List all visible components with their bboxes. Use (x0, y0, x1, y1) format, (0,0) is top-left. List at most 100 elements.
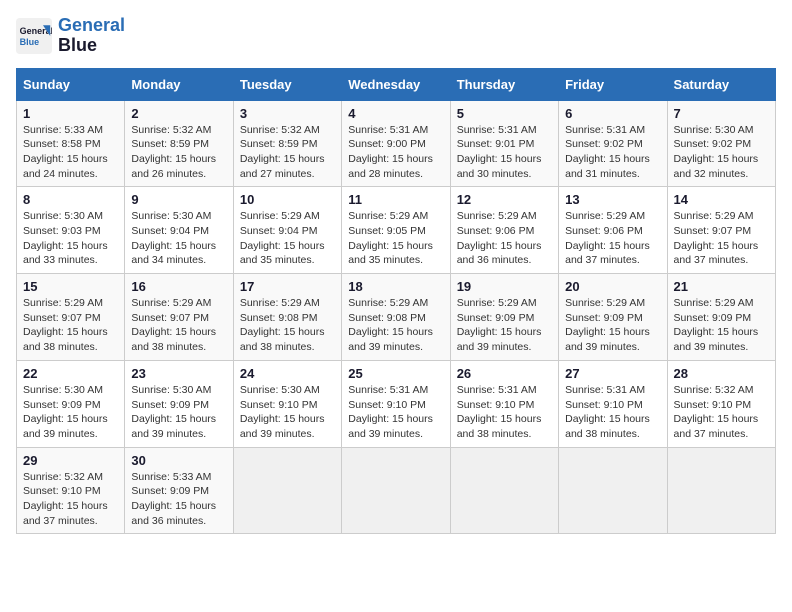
day-info: Sunrise: 5:29 AMSunset: 9:09 PMDaylight:… (457, 296, 552, 355)
calendar-cell (667, 447, 775, 534)
day-number: 17 (240, 279, 335, 294)
day-info: Sunrise: 5:29 AMSunset: 9:04 PMDaylight:… (240, 209, 335, 268)
day-info: Sunrise: 5:31 AMSunset: 9:00 PMDaylight:… (348, 123, 443, 182)
day-number: 3 (240, 106, 335, 121)
calendar-cell (450, 447, 558, 534)
calendar-cell: 26 Sunrise: 5:31 AMSunset: 9:10 PMDayligh… (450, 360, 558, 447)
calendar-cell (233, 447, 341, 534)
day-info: Sunrise: 5:29 AMSunset: 9:06 PMDaylight:… (565, 209, 660, 268)
calendar-cell: 27 Sunrise: 5:31 AMSunset: 9:10 PMDayligh… (559, 360, 667, 447)
day-number: 26 (457, 366, 552, 381)
day-number: 22 (23, 366, 118, 381)
calendar-cell: 10Sunrise: 5:29 AMSunset: 9:04 PMDayligh… (233, 187, 341, 274)
calendar-body: 1 Sunrise: 5:33 AMSunset: 8:58 PMDaylight… (17, 100, 776, 534)
day-number: 30 (131, 453, 226, 468)
calendar-cell: 9 Sunrise: 5:30 AMSunset: 9:04 PMDaylight… (125, 187, 233, 274)
calendar-cell: 21Sunrise: 5:29 AMSunset: 9:09 PMDayligh… (667, 274, 775, 361)
calendar-cell: 15 Sunrise: 5:29 AMSunset: 9:07 PMDayligh… (17, 274, 125, 361)
calendar-cell: 22Sunrise: 5:30 AMSunset: 9:09 PMDayligh… (17, 360, 125, 447)
calendar-cell: 23 Sunrise: 5:30 AMSunset: 9:09 PMDayligh… (125, 360, 233, 447)
calendar-cell: 25 Sunrise: 5:31 AMSunset: 9:10 PMDayligh… (342, 360, 450, 447)
calendar-cell: 29 Sunrise: 5:32 AMSunset: 9:10 PMDayligh… (17, 447, 125, 534)
calendar-cell: 20 Sunrise: 5:29 AMSunset: 9:09 PMDayligh… (559, 274, 667, 361)
day-info: Sunrise: 5:30 AMSunset: 9:04 PMDaylight:… (131, 209, 226, 268)
day-number: 21 (674, 279, 769, 294)
day-number: 24 (240, 366, 335, 381)
day-info: Sunrise: 5:29 AMSunset: 9:07 PMDaylight:… (23, 296, 118, 355)
day-info: Sunrise: 5:29 AMSunset: 9:08 PMDaylight:… (348, 296, 443, 355)
day-info: Sunrise: 5:31 AMSunset: 9:10 PMDaylight:… (565, 383, 660, 442)
day-number: 15 (23, 279, 118, 294)
calendar-cell: 14 Sunrise: 5:29 AMSunset: 9:07 PMDayligh… (667, 187, 775, 274)
day-number: 13 (565, 192, 660, 207)
weekday-header: Monday (125, 68, 233, 100)
day-info: Sunrise: 5:31 AMSunset: 9:10 PMDaylight:… (348, 383, 443, 442)
calendar-cell: 16 Sunrise: 5:29 AMSunset: 9:07 PMDayligh… (125, 274, 233, 361)
calendar-row: 1 Sunrise: 5:33 AMSunset: 8:58 PMDaylight… (17, 100, 776, 187)
day-info: Sunrise: 5:31 AMSunset: 9:10 PMDaylight:… (457, 383, 552, 442)
calendar-cell: 28 Sunrise: 5:32 AMSunset: 9:10 PMDayligh… (667, 360, 775, 447)
weekday-header: Tuesday (233, 68, 341, 100)
weekday-header: Wednesday (342, 68, 450, 100)
day-number: 16 (131, 279, 226, 294)
day-number: 2 (131, 106, 226, 121)
calendar-cell: 3Sunrise: 5:32 AMSunset: 8:59 PMDaylight… (233, 100, 341, 187)
day-info: Sunrise: 5:30 AMSunset: 9:09 PMDaylight:… (131, 383, 226, 442)
logo-text: GeneralBlue (58, 16, 125, 56)
calendar-cell (342, 447, 450, 534)
day-number: 7 (674, 106, 769, 121)
day-info: Sunrise: 5:29 AMSunset: 9:07 PMDaylight:… (131, 296, 226, 355)
day-info: Sunrise: 5:32 AMSunset: 9:10 PMDaylight:… (674, 383, 769, 442)
logo: General Blue GeneralBlue (16, 16, 125, 56)
day-info: Sunrise: 5:31 AMSunset: 9:01 PMDaylight:… (457, 123, 552, 182)
day-info: Sunrise: 5:33 AMSunset: 9:09 PMDaylight:… (131, 470, 226, 529)
calendar-cell: 12 Sunrise: 5:29 AMSunset: 9:06 PMDayligh… (450, 187, 558, 274)
day-number: 11 (348, 192, 443, 207)
calendar-row: 22 Sunrise: 5:30 AMSunset: 9:09 PMDayligh… (17, 360, 776, 447)
day-info: Sunrise: 5:32 AMSunset: 8:59 PMDaylight:… (131, 123, 226, 182)
logo-icon: General Blue (16, 18, 52, 54)
calendar-cell: 30 Sunrise: 5:33 AMSunset: 9:09 PMDayligh… (125, 447, 233, 534)
day-number: 27 (565, 366, 660, 381)
calendar-cell: 13 Sunrise: 5:29 AMSunset: 9:06 PMDayligh… (559, 187, 667, 274)
calendar-cell: 7Sunrise: 5:30 AMSunset: 9:02 PMDaylight… (667, 100, 775, 187)
day-number: 25 (348, 366, 443, 381)
day-number: 12 (457, 192, 552, 207)
day-info: Sunrise: 5:29 AMSunset: 9:06 PMDaylight:… (457, 209, 552, 268)
calendar-cell: 18 Sunrise: 5:29 AMSunset: 9:08 PMDayligh… (342, 274, 450, 361)
calendar-cell: 11 Sunrise: 5:29 AMSunset: 9:05 PMDayligh… (342, 187, 450, 274)
day-number: 23 (131, 366, 226, 381)
calendar-cell: 4Sunrise: 5:31 AMSunset: 9:00 PMDaylight… (342, 100, 450, 187)
day-number: 20 (565, 279, 660, 294)
calendar-row: 29 Sunrise: 5:32 AMSunset: 9:10 PMDayligh… (17, 447, 776, 534)
calendar-cell (559, 447, 667, 534)
weekday-header: Thursday (450, 68, 558, 100)
day-number: 14 (674, 192, 769, 207)
day-info: Sunrise: 5:29 AMSunset: 9:05 PMDaylight:… (348, 209, 443, 268)
calendar-cell: 8Sunrise: 5:30 AMSunset: 9:03 PMDaylight… (17, 187, 125, 274)
calendar-cell: 6Sunrise: 5:31 AMSunset: 9:02 PMDaylight… (559, 100, 667, 187)
day-info: Sunrise: 5:30 AMSunset: 9:03 PMDaylight:… (23, 209, 118, 268)
calendar-cell: 5 Sunrise: 5:31 AMSunset: 9:01 PMDaylight… (450, 100, 558, 187)
calendar-cell: 19 Sunrise: 5:29 AMSunset: 9:09 PMDayligh… (450, 274, 558, 361)
day-info: Sunrise: 5:29 AMSunset: 9:09 PMDaylight:… (565, 296, 660, 355)
day-info: Sunrise: 5:31 AMSunset: 9:02 PMDaylight:… (565, 123, 660, 182)
calendar-cell: 17Sunrise: 5:29 AMSunset: 9:08 PMDayligh… (233, 274, 341, 361)
calendar-cell: 1 Sunrise: 5:33 AMSunset: 8:58 PMDaylight… (17, 100, 125, 187)
calendar-table: SundayMondayTuesdayWednesdayThursdayFrid… (16, 68, 776, 535)
weekday-header: Sunday (17, 68, 125, 100)
day-number: 28 (674, 366, 769, 381)
day-number: 1 (23, 106, 118, 121)
day-number: 19 (457, 279, 552, 294)
day-number: 5 (457, 106, 552, 121)
header: General Blue GeneralBlue (16, 16, 776, 56)
day-info: Sunrise: 5:33 AMSunset: 8:58 PMDaylight:… (23, 123, 118, 182)
day-info: Sunrise: 5:32 AMSunset: 9:10 PMDaylight:… (23, 470, 118, 529)
day-info: Sunrise: 5:29 AMSunset: 9:07 PMDaylight:… (674, 209, 769, 268)
day-number: 29 (23, 453, 118, 468)
weekday-header: Friday (559, 68, 667, 100)
day-number: 9 (131, 192, 226, 207)
day-number: 18 (348, 279, 443, 294)
day-info: Sunrise: 5:30 AMSunset: 9:10 PMDaylight:… (240, 383, 335, 442)
calendar-header-row: SundayMondayTuesdayWednesdayThursdayFrid… (17, 68, 776, 100)
